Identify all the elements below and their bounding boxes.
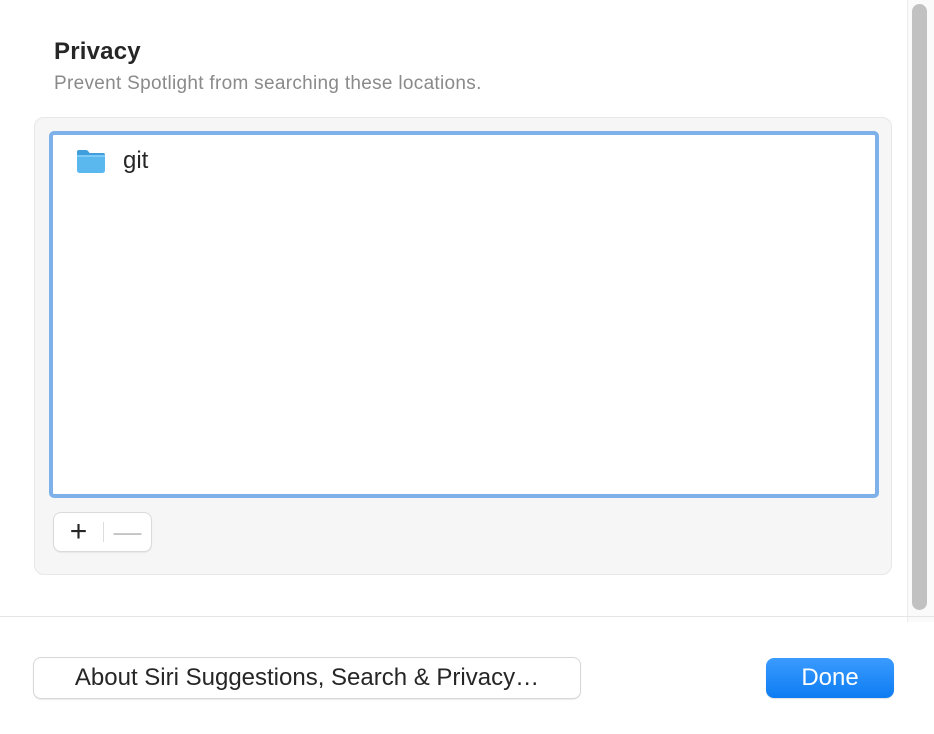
done-button[interactable]: Done	[766, 658, 894, 698]
remove-location-button[interactable]: —	[104, 513, 151, 551]
list-item-label: git	[123, 147, 149, 174]
add-remove-control: + —	[53, 512, 152, 552]
folder-icon	[75, 147, 107, 175]
list-item[interactable]: git	[75, 143, 148, 179]
footer-divider	[0, 616, 934, 617]
add-location-button[interactable]: +	[54, 513, 103, 551]
section-title: Privacy	[54, 38, 141, 65]
about-siri-privacy-button[interactable]: About Siri Suggestions, Search & Privacy…	[33, 657, 581, 699]
spotlight-privacy-sheet: Privacy Prevent Spotlight from searching…	[0, 0, 934, 734]
section-subtitle: Prevent Spotlight from searching these l…	[54, 73, 482, 94]
excluded-locations-list[interactable]: git	[49, 131, 879, 498]
scrollbar-thumb[interactable]	[912, 4, 927, 610]
